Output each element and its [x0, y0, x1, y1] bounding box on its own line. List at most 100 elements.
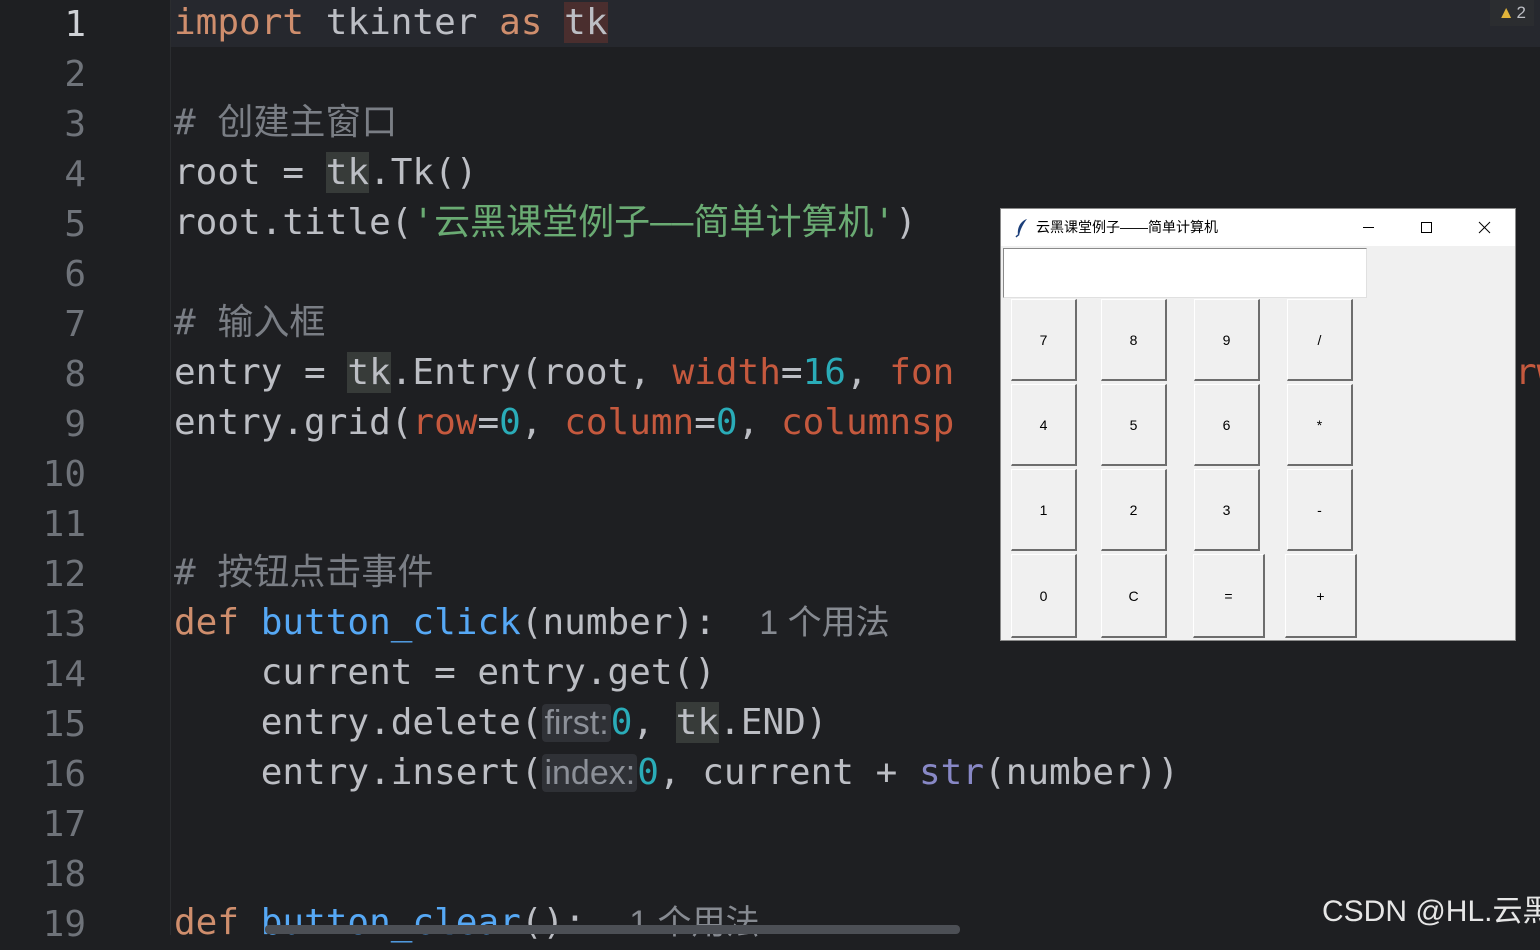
- code-line-5[interactable]: root.title('云黑课堂例子——简单计算机'): [174, 198, 917, 248]
- code-text: ): [895, 202, 917, 243]
- alias-highlight: tk: [564, 2, 608, 43]
- warning-count: 2: [1516, 3, 1526, 22]
- line-number-gutter[interactable]: 1 2 3 4 5 6 7 8 9 10 11 12 13 14 15 16 1…: [0, 0, 171, 945]
- code-text: (number):: [520, 602, 716, 643]
- calc-button-3[interactable]: 3: [1194, 469, 1260, 551]
- code-line-4[interactable]: root = tk.Tk(): [174, 148, 477, 198]
- code-text: root =: [174, 152, 326, 193]
- code-text: .Entry(root,: [390, 352, 673, 393]
- code-line-9[interactable]: entry.grid(row=0, column=0, columnsp: [174, 398, 954, 448]
- function-name: button_clear: [260, 902, 521, 943]
- calc-button-5[interactable]: 5: [1101, 384, 1167, 466]
- calc-button-1[interactable]: 1: [1011, 469, 1077, 551]
- module-name: tkinter: [304, 2, 500, 43]
- code-line-3[interactable]: # 创建主窗口: [174, 98, 397, 148]
- parameter-inlay-hint: index:: [542, 754, 638, 792]
- number-literal: 16: [802, 352, 846, 393]
- watermark: CSDN @HL.云黑: [1322, 895, 1540, 928]
- code-text: ,: [520, 402, 565, 443]
- code-line-1[interactable]: import tkinter as tk: [174, 0, 608, 48]
- code-text: , current +: [658, 752, 919, 793]
- code-text: =: [694, 402, 716, 443]
- calc-button-subtract[interactable]: -: [1287, 469, 1353, 551]
- function-name: button_click: [260, 602, 521, 643]
- calc-button-2[interactable]: 2: [1101, 469, 1167, 551]
- calc-button-6[interactable]: 6: [1194, 384, 1260, 466]
- keyword: import: [174, 2, 305, 43]
- line-number: 4: [64, 154, 86, 195]
- usage-hint[interactable]: 1 个用法: [629, 904, 759, 942]
- calc-button-equals[interactable]: =: [1193, 554, 1265, 638]
- symbol-highlight: tk: [347, 352, 391, 393]
- number-literal: 0: [610, 702, 633, 743]
- named-arg: fon: [889, 352, 955, 393]
- calc-button-multiply[interactable]: *: [1287, 384, 1353, 466]
- number-literal: 0: [715, 402, 738, 443]
- line-number: 12: [42, 554, 86, 595]
- line-number: 16: [42, 754, 86, 795]
- code-line-8[interactable]: entry = tk.Entry(root, width=16, fon: [174, 348, 954, 398]
- keyword: as: [499, 2, 543, 43]
- code-text: ,: [845, 352, 890, 393]
- calc-button-add[interactable]: +: [1285, 554, 1357, 638]
- calc-button-7[interactable]: 7: [1011, 299, 1077, 381]
- code-text: (number)): [984, 752, 1180, 793]
- code-line-19[interactable]: def button_clear(): 1 个用法: [174, 898, 760, 948]
- symbol-highlight: tk: [675, 702, 720, 743]
- line-number: 7: [64, 304, 86, 345]
- line-number: 13: [42, 604, 86, 645]
- maximize-button[interactable]: [1397, 209, 1455, 246]
- line-number: 10: [42, 454, 86, 495]
- code-text: =: [477, 402, 500, 443]
- code-text: ():: [520, 902, 586, 943]
- tk-calculator-window[interactable]: 云黑课堂例子——简单计算机 7 8 9 / 4 5 6 * 1 2 3 - 0 …: [1001, 209, 1515, 640]
- code-text: .END): [719, 702, 828, 743]
- window-title-bar[interactable]: 云黑课堂例子——简单计算机: [1001, 209, 1515, 246]
- code-line-16[interactable]: entry.insert(index:0, current + str(numb…: [174, 748, 1179, 798]
- line-number: 11: [42, 504, 86, 545]
- code-text: entry.delete(: [174, 702, 543, 743]
- calc-button-0[interactable]: 0: [1011, 554, 1077, 638]
- code-text: =: [780, 352, 803, 393]
- calculator-display-input[interactable]: [1003, 248, 1367, 298]
- code-line-15[interactable]: entry.delete(first:0, tk.END): [174, 698, 827, 748]
- keyword: def: [174, 902, 240, 943]
- code-line-12[interactable]: # 按钮点击事件: [174, 548, 433, 598]
- number-literal: 0: [637, 752, 659, 793]
- line-number: 5: [64, 204, 86, 245]
- code-line-14[interactable]: current = entry.get(): [174, 648, 716, 698]
- line-number: 18: [42, 854, 86, 895]
- code-line-7[interactable]: # 输入框: [174, 298, 325, 348]
- line-number: 2: [64, 54, 86, 95]
- line-number: 14: [42, 654, 86, 695]
- calc-button-8[interactable]: 8: [1101, 299, 1167, 381]
- code-text: entry.insert(: [174, 752, 543, 793]
- named-arg: columnsp: [780, 402, 955, 443]
- minimize-icon: [1363, 227, 1374, 228]
- calc-button-clear[interactable]: C: [1101, 554, 1167, 638]
- named-arg: row: [412, 402, 478, 443]
- warning-icon: ▲: [1497, 3, 1515, 22]
- calc-button-9[interactable]: 9: [1194, 299, 1260, 381]
- warnings-indicator[interactable]: ▲ 2: [1489, 0, 1534, 26]
- usage-hint[interactable]: 1 个用法: [759, 604, 889, 642]
- minimize-button[interactable]: [1339, 209, 1397, 246]
- close-button[interactable]: [1455, 209, 1513, 246]
- line-number: 3: [64, 104, 86, 145]
- line-number: 8: [64, 354, 86, 395]
- parameter-inlay-hint: first:: [542, 704, 611, 742]
- line-number: 1: [64, 4, 86, 45]
- code-text: ,: [632, 702, 676, 743]
- keyword: def: [174, 602, 240, 643]
- string-literal: '云黑课堂例子——简单计算机': [412, 202, 896, 243]
- line-number: 17: [42, 804, 86, 845]
- code-line-13[interactable]: def button_click(number): 1 个用法: [174, 598, 890, 648]
- calc-button-divide[interactable]: /: [1287, 299, 1353, 381]
- calc-button-4[interactable]: 4: [1011, 384, 1077, 466]
- named-arg: width: [672, 352, 781, 393]
- line-number: 15: [42, 704, 86, 745]
- code-text: ,: [737, 402, 781, 443]
- code-text: root.title(: [174, 202, 413, 243]
- horizontal-scrollbar[interactable]: [265, 925, 960, 934]
